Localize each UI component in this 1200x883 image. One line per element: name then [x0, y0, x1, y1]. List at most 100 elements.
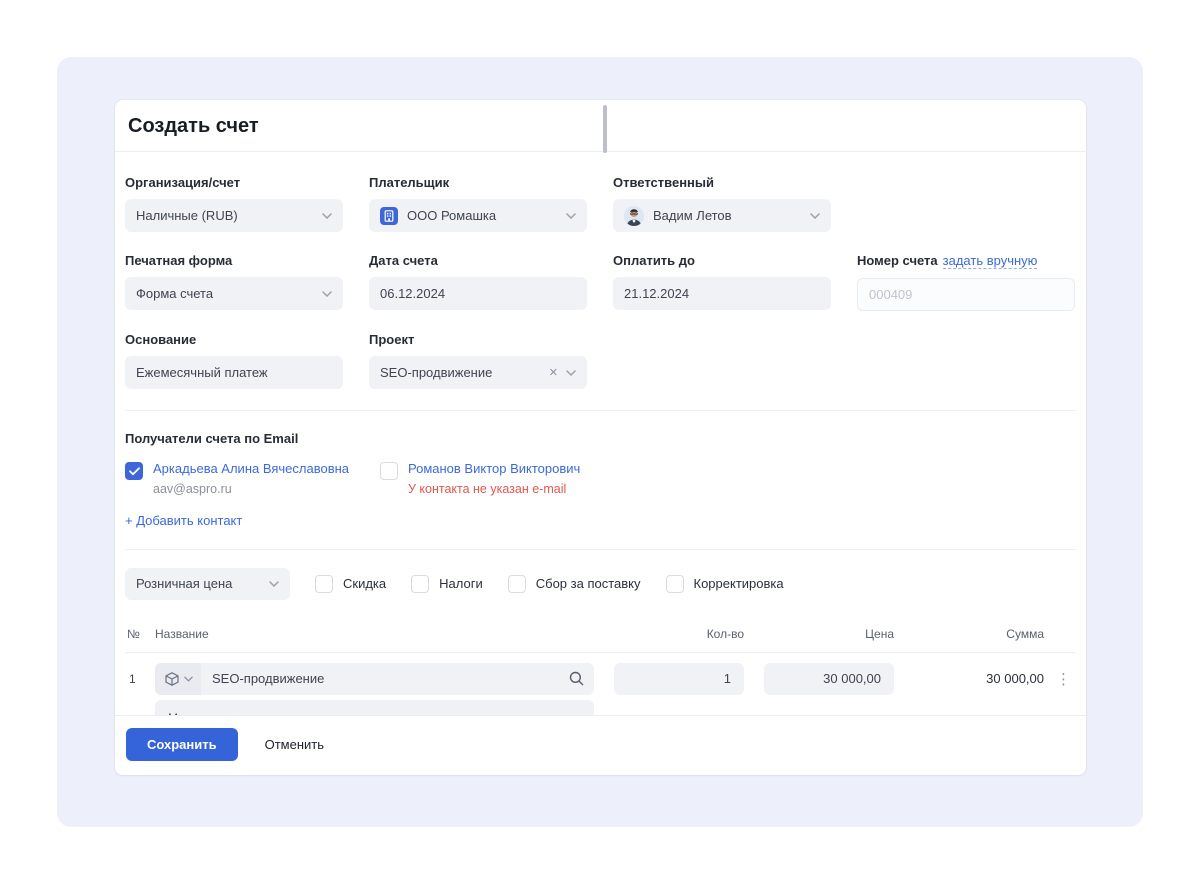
project-select[interactable]: SEO-продвижение ✕ — [369, 356, 587, 389]
chevron-down-icon — [269, 581, 279, 587]
invoice-number-label-row: Номер счета задать вручную — [857, 253, 1075, 269]
field-pay-until: Оплатить до — [613, 253, 831, 311]
table-row: 1 30 000,00 ⋮ — [125, 653, 1076, 695]
col-header-num: № — [125, 627, 155, 641]
modal-header: Создать счет — [115, 100, 1086, 152]
search-icon[interactable] — [558, 663, 594, 695]
page-title: Создать счет — [128, 115, 1073, 138]
organization-value: Наличные (RUB) — [136, 208, 314, 223]
contact-name-link[interactable]: Аркадьева Алина Вячеславовна — [153, 461, 349, 478]
col-header-price: Цена — [764, 627, 894, 641]
form-row-1: Организация/счет Наличные (RUB) Плательщ… — [125, 175, 1076, 232]
col-header-sum: Сумма — [894, 627, 1044, 641]
divider — [125, 549, 1076, 550]
recipients-list: Аркадьева Алина Вячеславовна aav@aspro.r… — [125, 461, 1076, 496]
cube-icon — [164, 671, 180, 687]
col-header-qty: Кол-во — [614, 627, 744, 641]
item-name-group — [155, 663, 594, 695]
invoice-date-input[interactable] — [369, 277, 587, 310]
print-form-select[interactable]: Форма счета — [125, 277, 343, 310]
chevron-down-icon — [322, 213, 332, 219]
field-invoice-date: Дата счета — [369, 253, 587, 311]
contact-name-link[interactable]: Романов Виктор Викторович — [408, 461, 580, 478]
taxes-label: Налоги — [439, 576, 483, 591]
payer-select[interactable]: ООО Ромашка — [369, 199, 587, 232]
row-menu-icon[interactable]: ⋮ — [1044, 670, 1076, 688]
cancel-button[interactable]: Отменить — [265, 737, 324, 752]
field-invoice-number: Номер счета задать вручную — [857, 253, 1075, 311]
chevron-down-icon — [322, 291, 332, 297]
discount-label: Скидка — [343, 576, 386, 591]
form-row-3: Основание Проект SEO-продвижение ✕ — [125, 332, 1076, 389]
contact-checkbox[interactable] — [125, 462, 143, 480]
option-taxes: Налоги — [411, 575, 483, 593]
contact-email: aav@aspro.ru — [153, 482, 349, 496]
contact-info: Романов Виктор Викторович У контакта не … — [408, 461, 580, 496]
divider — [125, 410, 1076, 411]
pricing-controls: Розничная цена Скидка — [125, 568, 1076, 600]
item-price-input[interactable] — [764, 663, 894, 695]
item-sum-value: 30 000,00 — [894, 671, 1044, 686]
page: Создать счет Организация/счет Наличные (… — [0, 0, 1200, 883]
contact-email-error: У контакта не указан e-mail — [408, 482, 580, 496]
basis-label: Основание — [125, 332, 343, 347]
chevron-down-icon — [566, 213, 576, 219]
print-form-label: Печатная форма — [125, 253, 343, 268]
contact-item: Аркадьева Алина Вячеславовна aav@aspro.r… — [125, 461, 358, 496]
print-form-value: Форма счета — [136, 286, 314, 301]
check-icon — [129, 467, 140, 476]
basis-input[interactable] — [125, 356, 343, 389]
field-payer: Плательщик ООО Ромашка — [369, 175, 587, 232]
modal-backdrop-panel: Создать счет Организация/счет Наличные (… — [57, 57, 1143, 827]
items-table-header: № Название Кол-во Цена Сумма — [125, 627, 1076, 653]
pay-until-input[interactable] — [613, 277, 831, 310]
chevron-down-icon — [810, 213, 820, 219]
contact-checkbox[interactable] — [380, 462, 398, 480]
field-organization: Организация/счет Наличные (RUB) — [125, 175, 343, 232]
field-print-form: Печатная форма Форма счета — [125, 253, 343, 311]
row-number: 1 — [125, 672, 155, 686]
contact-info: Аркадьева Алина Вячеславовна aav@aspro.r… — [153, 461, 349, 496]
create-invoice-modal: Создать счет Организация/счет Наличные (… — [115, 100, 1086, 775]
price-type-value: Розничная цена — [136, 576, 261, 591]
project-label: Проект — [369, 332, 587, 347]
responsible-value: Вадим Летов — [653, 208, 802, 223]
textarea-scrollbar[interactable] — [603, 105, 607, 153]
invoice-number-input[interactable] — [857, 278, 1075, 311]
field-project: Проект SEO-продвижение ✕ — [369, 332, 587, 389]
delivery-fee-label: Сбор за поставку — [536, 576, 641, 591]
delivery-fee-checkbox[interactable] — [508, 575, 526, 593]
responsible-select[interactable]: Вадим Летов — [613, 199, 831, 232]
item-qty-input[interactable] — [614, 663, 744, 695]
payer-value: ООО Ромашка — [407, 208, 558, 223]
project-value: SEO-продвижение — [380, 365, 541, 380]
chevron-down-icon — [184, 676, 193, 682]
field-responsible: Ответственный Вадим Летов — [613, 175, 831, 232]
product-picker-button[interactable] — [155, 663, 201, 695]
taxes-checkbox[interactable] — [411, 575, 429, 593]
col-header-name: Название — [155, 627, 594, 641]
clear-project-icon[interactable]: ✕ — [549, 366, 558, 379]
avatar — [624, 206, 644, 226]
modal-body: Организация/счет Наличные (RUB) Плательщ… — [115, 152, 1086, 758]
building-icon — [380, 207, 398, 225]
recipients-title: Получатели счета по Email — [125, 431, 1076, 446]
pay-until-label: Оплатить до — [613, 253, 831, 268]
field-basis: Основание — [125, 332, 343, 389]
responsible-label: Ответственный — [613, 175, 831, 190]
add-contact-link[interactable]: + Добавить контакт — [125, 513, 242, 528]
save-button[interactable]: Сохранить — [126, 728, 238, 761]
modal-footer: Сохранить Отменить — [115, 715, 1086, 775]
option-correction: Корректировка — [666, 575, 784, 593]
item-name-input[interactable] — [201, 663, 558, 695]
price-type-select[interactable]: Розничная цена — [125, 568, 290, 600]
organization-select[interactable]: Наличные (RUB) — [125, 199, 343, 232]
form-row-2: Печатная форма Форма счета Дата счета — [125, 253, 1076, 311]
correction-checkbox[interactable] — [666, 575, 684, 593]
set-number-manually-link[interactable]: задать вручную — [943, 253, 1038, 269]
discount-checkbox[interactable] — [315, 575, 333, 593]
payer-label: Плательщик — [369, 175, 587, 190]
correction-label: Корректировка — [694, 576, 784, 591]
invoice-number-label: Номер счета — [857, 253, 938, 268]
chevron-down-icon — [566, 370, 576, 376]
